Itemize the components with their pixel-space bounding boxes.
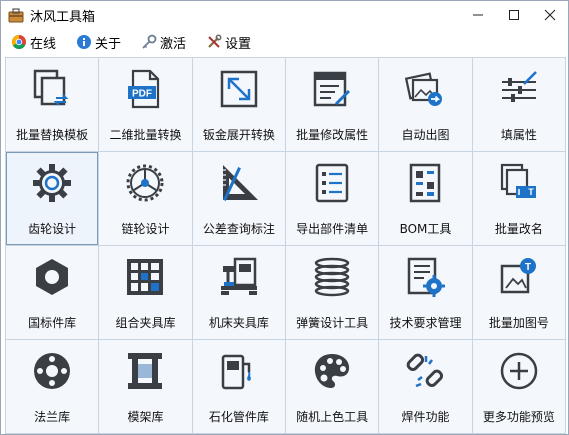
- tile-label: 批量替换模板: [16, 128, 89, 142]
- tile-gear-design[interactable]: 齿轮设计: [6, 152, 99, 245]
- close-button[interactable]: [532, 1, 568, 29]
- title-bar[interactable]: 沐风工具箱: [1, 1, 568, 29]
- hex-nut-icon: [29, 254, 75, 300]
- plus-circle-icon: [496, 348, 542, 394]
- svg-text:PDF: PDF: [132, 89, 152, 100]
- tile-bom-tool[interactable]: BOM工具: [379, 152, 472, 245]
- pdf-icon: PDF: [122, 66, 168, 112]
- tile-label: 批量修改属性: [296, 128, 369, 142]
- menu-online-label: 在线: [30, 36, 57, 52]
- menu-settings-label: 设置: [225, 36, 252, 52]
- tile-label: 导出部件清单: [296, 222, 369, 236]
- tile-label: 二维批量转换: [109, 128, 182, 142]
- set-square-icon: [216, 160, 262, 206]
- key-icon: [141, 34, 157, 50]
- info-icon: [76, 34, 92, 50]
- palette-icon: [309, 348, 355, 394]
- expand-arrows-icon: [216, 66, 262, 112]
- tech-requirements-icon: [402, 254, 448, 300]
- bom-icon: [402, 160, 448, 206]
- tile-more-features-preview[interactable]: 更多功能预览: [472, 340, 565, 433]
- tile-sprocket-design[interactable]: 链轮设计: [99, 152, 192, 245]
- tile-sheet-metal-unfold[interactable]: 钣金展开转换: [192, 58, 285, 151]
- menu-about-label: 关于: [95, 36, 122, 52]
- app-window: 沐风工具箱 在线 关于 激活 设置 批量替换模板 PDF 二维批量转换 钣金展开…: [0, 0, 569, 435]
- svg-text:T: T: [525, 262, 531, 273]
- tile-auto-drawing[interactable]: 自动出图: [379, 58, 472, 151]
- tile-label: 随机上色工具: [296, 410, 369, 424]
- mold-base-icon: [122, 348, 168, 394]
- tile-tech-requirements[interactable]: 技术要求管理: [379, 246, 472, 339]
- tile-machine-fixture-library[interactable]: 机床夹具库: [192, 246, 285, 339]
- tile-modular-fixture-library[interactable]: 组合夹具库: [99, 246, 192, 339]
- replace-template-icon: [29, 66, 75, 112]
- sliders-icon: [496, 66, 542, 112]
- tile-label: 批量加图号: [488, 316, 549, 330]
- auto-drawing-icon: [402, 66, 448, 112]
- weld-link-icon: [402, 348, 448, 394]
- tile-spring-design[interactable]: 弹簧设计工具: [286, 246, 379, 339]
- window-title: 沐风工具箱: [30, 9, 96, 25]
- tile-mold-base-library[interactable]: 模架库: [99, 340, 192, 433]
- tile-label: 焊件功能: [401, 410, 450, 424]
- spring-icon: [309, 254, 355, 300]
- tile-label: 国标件库: [28, 316, 77, 330]
- tile-label: 链轮设计: [121, 222, 170, 236]
- tile-2d-batch-convert[interactable]: PDF 二维批量转换: [99, 58, 192, 151]
- tile-label: 技术要求管理: [389, 316, 462, 330]
- menu-activate[interactable]: 激活: [141, 31, 186, 53]
- menu-bar: 在线 关于 激活 设置: [1, 29, 568, 55]
- tile-gb-parts-library[interactable]: 国标件库: [6, 246, 99, 339]
- flange-icon: [29, 348, 75, 394]
- tile-label: 批量改名: [494, 222, 543, 236]
- tile-label: 组合夹具库: [115, 316, 176, 330]
- tile-batch-edit-properties[interactable]: 批量修改属性: [286, 58, 379, 151]
- minimize-button[interactable]: [460, 1, 496, 29]
- tile-label: 弹簧设计工具: [296, 316, 369, 330]
- tile-label: BOM工具: [399, 222, 452, 236]
- tile-label: 填属性: [500, 128, 537, 142]
- tool-grid: 批量替换模板 PDF 二维批量转换 钣金展开转换 批量修改属性 自动出图 填属性…: [5, 57, 566, 434]
- tile-label: 自动出图: [401, 128, 450, 142]
- tile-batch-replace-template[interactable]: 批量替换模板: [6, 58, 99, 151]
- gear-icon: [29, 160, 75, 206]
- window-controls: [460, 1, 568, 29]
- rename-icon: T: [496, 160, 542, 206]
- tile-petrochemical-pipe-library[interactable]: 石化管件库: [192, 340, 285, 433]
- menu-online[interactable]: 在线: [11, 31, 56, 53]
- tile-label: 更多功能预览: [482, 410, 555, 424]
- add-drawing-number-icon: T: [496, 254, 542, 300]
- chrome-icon: [11, 34, 27, 50]
- tile-label: 机床夹具库: [208, 316, 269, 330]
- toolbox-icon: [8, 7, 24, 23]
- tile-flange-library[interactable]: 法兰库: [6, 340, 99, 433]
- machine-tool-icon: [216, 254, 262, 300]
- menu-about[interactable]: 关于: [76, 31, 121, 53]
- tile-random-coloring[interactable]: 随机上色工具: [286, 340, 379, 433]
- tile-fill-properties[interactable]: 填属性: [472, 58, 565, 151]
- parts-list-icon: [309, 160, 355, 206]
- tile-label: 石化管件库: [208, 410, 269, 424]
- tile-label: 钣金展开转换: [202, 128, 275, 142]
- svg-text:T: T: [528, 187, 534, 197]
- tile-batch-add-drawing-number[interactable]: T 批量加图号: [472, 246, 565, 339]
- menu-settings[interactable]: 设置: [206, 31, 251, 53]
- maximize-button[interactable]: [496, 1, 532, 29]
- tile-label: 模架库: [127, 410, 164, 424]
- fixture-grid-icon: [122, 254, 168, 300]
- tile-batch-rename[interactable]: T 批量改名: [472, 152, 565, 245]
- menu-activate-label: 激活: [160, 36, 187, 52]
- sprocket-icon: [122, 160, 168, 206]
- tile-label: 公差查询标注: [202, 222, 275, 236]
- tile-tolerance-lookup[interactable]: 公差查询标注: [192, 152, 285, 245]
- tools-icon: [206, 34, 222, 50]
- edit-properties-icon: [309, 66, 355, 112]
- tile-label: 齿轮设计: [28, 222, 77, 236]
- tile-weldment-functions[interactable]: 焊件功能: [379, 340, 472, 433]
- pipe-fitting-icon: [216, 348, 262, 394]
- tile-label: 法兰库: [34, 410, 71, 424]
- tile-export-parts-list[interactable]: 导出部件清单: [286, 152, 379, 245]
